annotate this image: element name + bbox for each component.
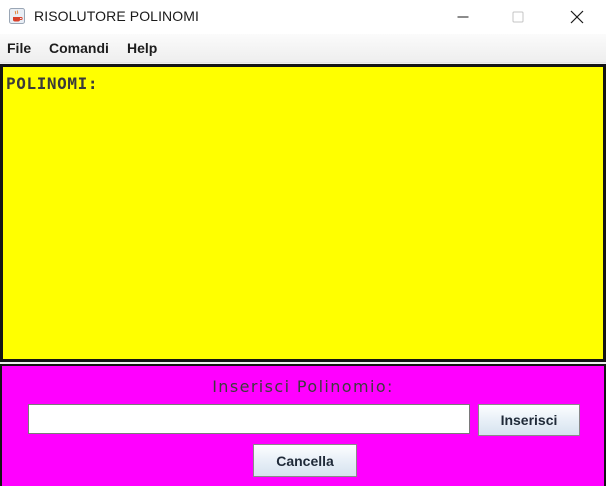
insert-button[interactable]: Inserisci xyxy=(478,404,580,436)
maximize-icon xyxy=(512,11,524,23)
close-icon xyxy=(570,10,584,24)
menu-file[interactable]: File xyxy=(7,40,31,56)
maximize-button xyxy=(495,0,541,34)
input-panel: Inserisci Polinomio: Inserisci Cancella xyxy=(0,364,606,486)
title-bar: RISOLUTORE POLINOMI xyxy=(0,0,606,34)
window-title: RISOLUTORE POLINOMI xyxy=(34,8,200,24)
minimize-icon xyxy=(457,16,469,18)
cancel-button[interactable]: Cancella xyxy=(253,444,357,477)
menu-comandi[interactable]: Comandi xyxy=(49,40,109,56)
menu-bar: File Comandi Help xyxy=(0,34,606,63)
polynomial-input[interactable] xyxy=(28,404,470,434)
minimize-button[interactable] xyxy=(440,0,486,34)
close-button[interactable] xyxy=(554,0,600,34)
polynomials-panel: POLINOMI: xyxy=(0,64,606,362)
insert-polynomial-label: Inserisci Polinomio: xyxy=(212,377,394,396)
java-cup-icon xyxy=(9,8,25,24)
polynomials-title: POLINOMI: xyxy=(6,74,99,93)
menu-help[interactable]: Help xyxy=(127,40,157,56)
